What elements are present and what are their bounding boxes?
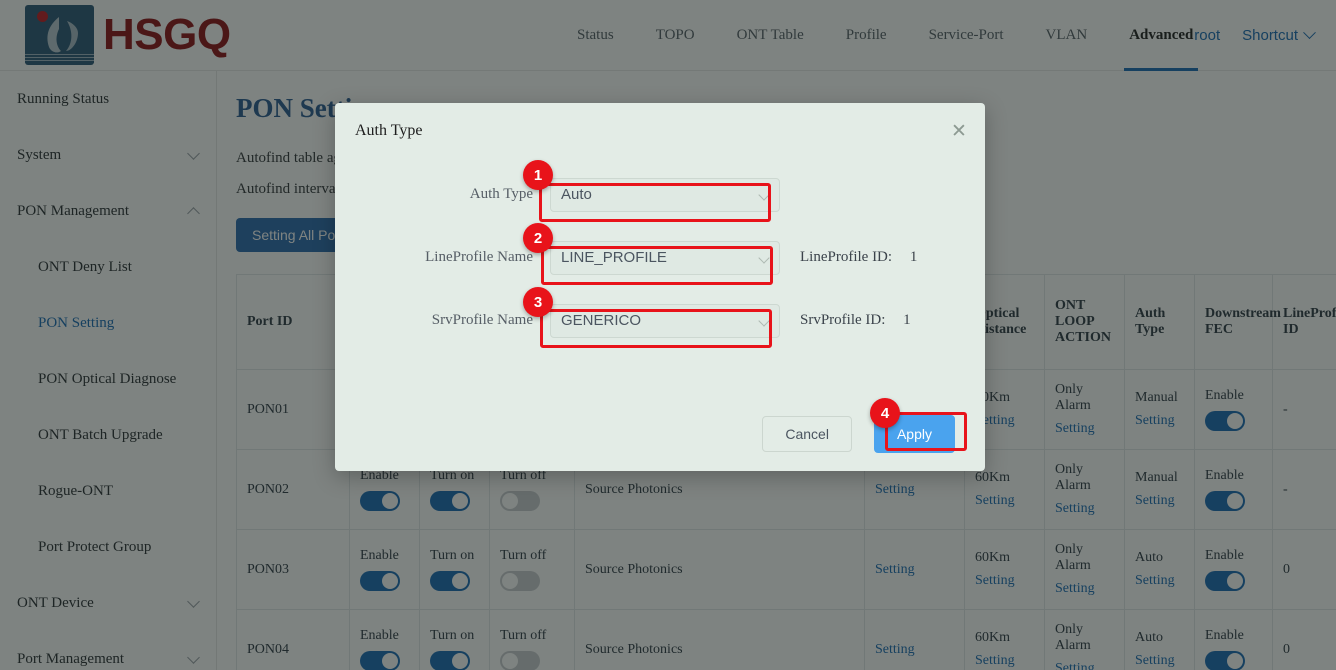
modal-header: Auth Type — [335, 103, 985, 159]
auth-type-field-label: Auth Type — [335, 186, 550, 203]
srvprofile-id-label: SrvProfile ID: — [800, 312, 885, 328]
lineprofile-id-value: 1 — [910, 249, 918, 265]
apply-button[interactable]: Apply — [874, 415, 955, 453]
auth-type-select[interactable]: Auto — [550, 178, 780, 212]
form-row-srvprofile: SrvProfile Name GENERICO SrvProfile ID: … — [335, 289, 985, 352]
srvprofile-select-value: GENERICO — [561, 312, 641, 329]
lineprofile-id-info: LineProfile ID: 1 — [800, 249, 917, 266]
chevron-down-icon — [758, 252, 769, 263]
cancel-button[interactable]: Cancel — [762, 416, 852, 452]
chevron-down-icon — [758, 315, 769, 326]
srvprofile-id-info: SrvProfile ID: 1 — [800, 312, 911, 329]
form-row-lineprofile: LineProfile Name LINE_PROFILE LineProfil… — [335, 226, 985, 289]
modal-footer: Cancel Apply — [335, 397, 985, 471]
lineprofile-field-label: LineProfile Name — [335, 249, 550, 266]
auth-type-modal: Auth Type ✕ Auth Type Auto LineProfile N… — [335, 103, 985, 471]
srvprofile-id-value: 1 — [903, 312, 911, 328]
modal-title: Auth Type — [355, 122, 422, 140]
auth-type-select-value: Auto — [561, 186, 592, 203]
lineprofile-id-label: LineProfile ID: — [800, 249, 892, 265]
modal-body: Auth Type Auto LineProfile Name LINE_PRO… — [335, 159, 985, 352]
app-root: HSGQ Status TOPO ONT Table Profile Servi… — [0, 0, 1336, 670]
srvprofile-field-label: SrvProfile Name — [335, 312, 550, 329]
close-icon[interactable]: ✕ — [949, 123, 969, 143]
lineprofile-select-value: LINE_PROFILE — [561, 249, 667, 266]
chevron-down-icon — [758, 189, 769, 200]
form-row-auth-type: Auth Type Auto — [335, 163, 985, 226]
lineprofile-name-select[interactable]: LINE_PROFILE — [550, 241, 780, 275]
srvprofile-name-select[interactable]: GENERICO — [550, 304, 780, 338]
